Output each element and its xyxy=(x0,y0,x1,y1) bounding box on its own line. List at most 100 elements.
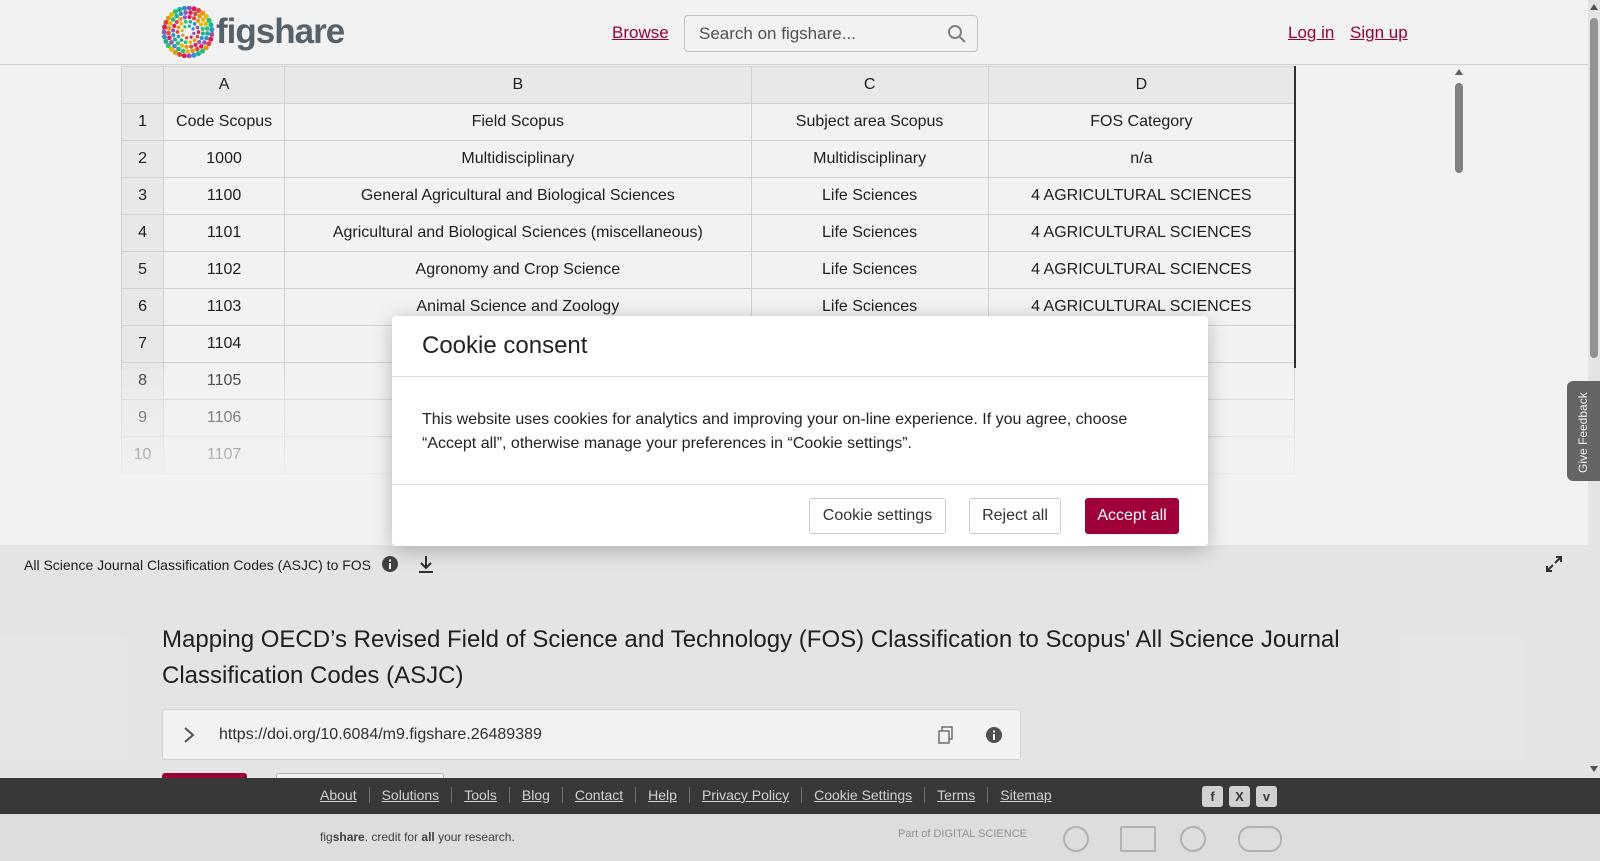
digital-science-logo[interactable]: Part of DIGITAL SCIENCE xyxy=(898,828,1027,840)
table-cell[interactable]: Life Sciences xyxy=(750,214,989,252)
table-cell[interactable]: Field Scopus xyxy=(284,103,752,141)
row-number[interactable]: 6 xyxy=(120,288,165,326)
footer-link-solutions[interactable]: Solutions xyxy=(368,787,452,803)
table-cell[interactable]: Life Sciences xyxy=(750,251,989,289)
logo-dot xyxy=(188,40,193,45)
logo-dot xyxy=(177,6,183,12)
feedback-label: Give Feedback xyxy=(1576,392,1590,473)
table-cell[interactable]: Multidisciplinary xyxy=(750,140,989,178)
table-cell[interactable]: Multidisciplinary xyxy=(284,140,752,178)
footer-link-terms[interactable]: Terms xyxy=(924,787,987,803)
logo-dot xyxy=(200,26,205,31)
table-cell[interactable]: 4 AGRICULTURAL SCIENCES xyxy=(987,251,1296,289)
scroll-thumb[interactable] xyxy=(1455,83,1463,173)
footer-link-help[interactable]: Help xyxy=(635,787,689,803)
logo-dot xyxy=(188,19,193,24)
footer-bottom: figshare. credit for all your research. … xyxy=(0,814,1600,861)
footer-link-privacy-policy[interactable]: Privacy Policy xyxy=(688,787,801,803)
info-icon[interactable] xyxy=(381,555,399,573)
datacite-logo-icon[interactable] xyxy=(1063,826,1089,852)
table-row: 5 1102 Agronomy and Crop Science Life Scien… xyxy=(120,251,1296,289)
logo-dot xyxy=(192,38,197,43)
signup-link[interactable]: Sign up xyxy=(1350,23,1408,43)
give-feedback-tab[interactable]: Give Feedback xyxy=(1567,381,1600,481)
figshare-logo[interactable]: figshare xyxy=(162,6,345,58)
row-number[interactable]: 7 xyxy=(120,325,165,363)
table-cell[interactable]: Agricultural and Biological Sciences (mi… xyxy=(284,214,752,252)
table-cell[interactable]: Subject area Scopus xyxy=(750,103,989,141)
reject-all-button[interactable]: Reject all xyxy=(969,498,1061,534)
logo-dot xyxy=(192,31,196,35)
accept-all-button[interactable]: Accept all xyxy=(1085,498,1179,534)
open-access-logo-icon[interactable] xyxy=(1238,826,1282,852)
doi-link[interactable]: https://doi.org/10.6084/m9.figshare.2648… xyxy=(219,726,542,744)
column-header[interactable]: C xyxy=(750,66,989,104)
cope-logo-icon[interactable] xyxy=(1120,826,1156,852)
table-cell[interactable]: Agronomy and Crop Science xyxy=(284,251,752,289)
row-number[interactable]: 1 xyxy=(120,103,165,141)
login-link[interactable]: Log in xyxy=(1288,23,1334,43)
column-header[interactable]: B xyxy=(284,66,752,104)
doi-info-icon[interactable] xyxy=(985,726,1003,744)
logo-dot xyxy=(200,31,205,36)
table-cell[interactable]: FOS Category xyxy=(987,103,1296,141)
table-cell[interactable]: General Agricultural and Biological Scie… xyxy=(284,177,752,215)
logo-dot xyxy=(197,39,202,45)
copy-icon[interactable] xyxy=(937,726,955,744)
logo-dot xyxy=(191,27,195,31)
footer-link-tools[interactable]: Tools xyxy=(451,787,509,803)
logo-dot xyxy=(185,49,191,54)
facebook-icon[interactable]: f xyxy=(1202,786,1223,807)
logo-dot xyxy=(209,27,214,33)
page-scroll-thumb[interactable] xyxy=(1590,18,1598,358)
logo-dot xyxy=(172,23,177,28)
footer-link-cookie-settings[interactable]: Cookie Settings xyxy=(801,787,924,803)
logo-dot xyxy=(206,17,212,23)
table-row: 2 1000 Multidisciplinary Multidisciplinary n… xyxy=(120,140,1296,178)
logo-dot xyxy=(187,15,192,20)
column-header[interactable]: D xyxy=(987,66,1296,104)
table-row: 1 Code Scopus Field Scopus Subject area Sco… xyxy=(120,103,1296,141)
scroll-up-arrow[interactable] xyxy=(1455,69,1463,75)
table-cell[interactable]: 1101 xyxy=(163,214,286,252)
preview-scrollbar[interactable] xyxy=(1452,69,1466,539)
logo-dot xyxy=(184,44,189,49)
preview-caption-bar: All Science Journal Classification Codes… xyxy=(0,545,1588,583)
table-cell[interactable]: 4 AGRICULTURAL SCIENCES xyxy=(987,214,1296,252)
seal-logo-icon[interactable] xyxy=(1180,826,1206,852)
search-input[interactable] xyxy=(699,24,929,44)
vimeo-icon[interactable]: v xyxy=(1256,786,1277,807)
cookie-settings-button[interactable]: Cookie settings xyxy=(809,498,946,534)
fullscreen-icon[interactable] xyxy=(1545,555,1563,573)
table-cell[interactable]: n/a xyxy=(987,140,1296,178)
column-header[interactable]: A xyxy=(163,66,286,104)
row-number[interactable]: 4 xyxy=(120,214,165,252)
table-cell[interactable]: 1104 xyxy=(163,325,286,363)
page-scroll-down[interactable] xyxy=(1590,766,1598,772)
logo-dot xyxy=(171,28,176,33)
footer-link-about[interactable]: About xyxy=(320,787,369,803)
logo-dot xyxy=(190,48,195,54)
logo-dot xyxy=(172,37,178,42)
chevron-right-icon[interactable] xyxy=(181,726,197,744)
browse-link[interactable]: Browse xyxy=(612,23,669,43)
footer-link-contact[interactable]: Contact xyxy=(561,787,635,803)
row-number[interactable]: 2 xyxy=(120,140,165,178)
search-icon[interactable] xyxy=(947,24,967,44)
table-cell[interactable]: 4 AGRICULTURAL SCIENCES xyxy=(987,177,1296,215)
table-cell[interactable]: 1000 xyxy=(163,140,286,178)
x-icon[interactable]: X xyxy=(1229,786,1250,807)
row-number[interactable]: 5 xyxy=(120,251,165,289)
footer-link-sitemap[interactable]: Sitemap xyxy=(987,787,1063,803)
table-cell[interactable]: 1103 xyxy=(163,288,286,326)
table-cell[interactable]: 1100 xyxy=(163,177,286,215)
page-scroll-up[interactable] xyxy=(1590,4,1598,10)
table-cell[interactable]: Life Sciences xyxy=(750,177,989,215)
search-box[interactable] xyxy=(684,15,978,52)
download-icon[interactable] xyxy=(416,554,436,574)
footer-link-blog[interactable]: Blog xyxy=(508,787,562,803)
row-number[interactable]: 3 xyxy=(120,177,165,215)
table-cell[interactable]: Code Scopus xyxy=(163,103,286,141)
table-cell[interactable]: 1102 xyxy=(163,251,286,289)
logo-dot xyxy=(176,34,181,39)
